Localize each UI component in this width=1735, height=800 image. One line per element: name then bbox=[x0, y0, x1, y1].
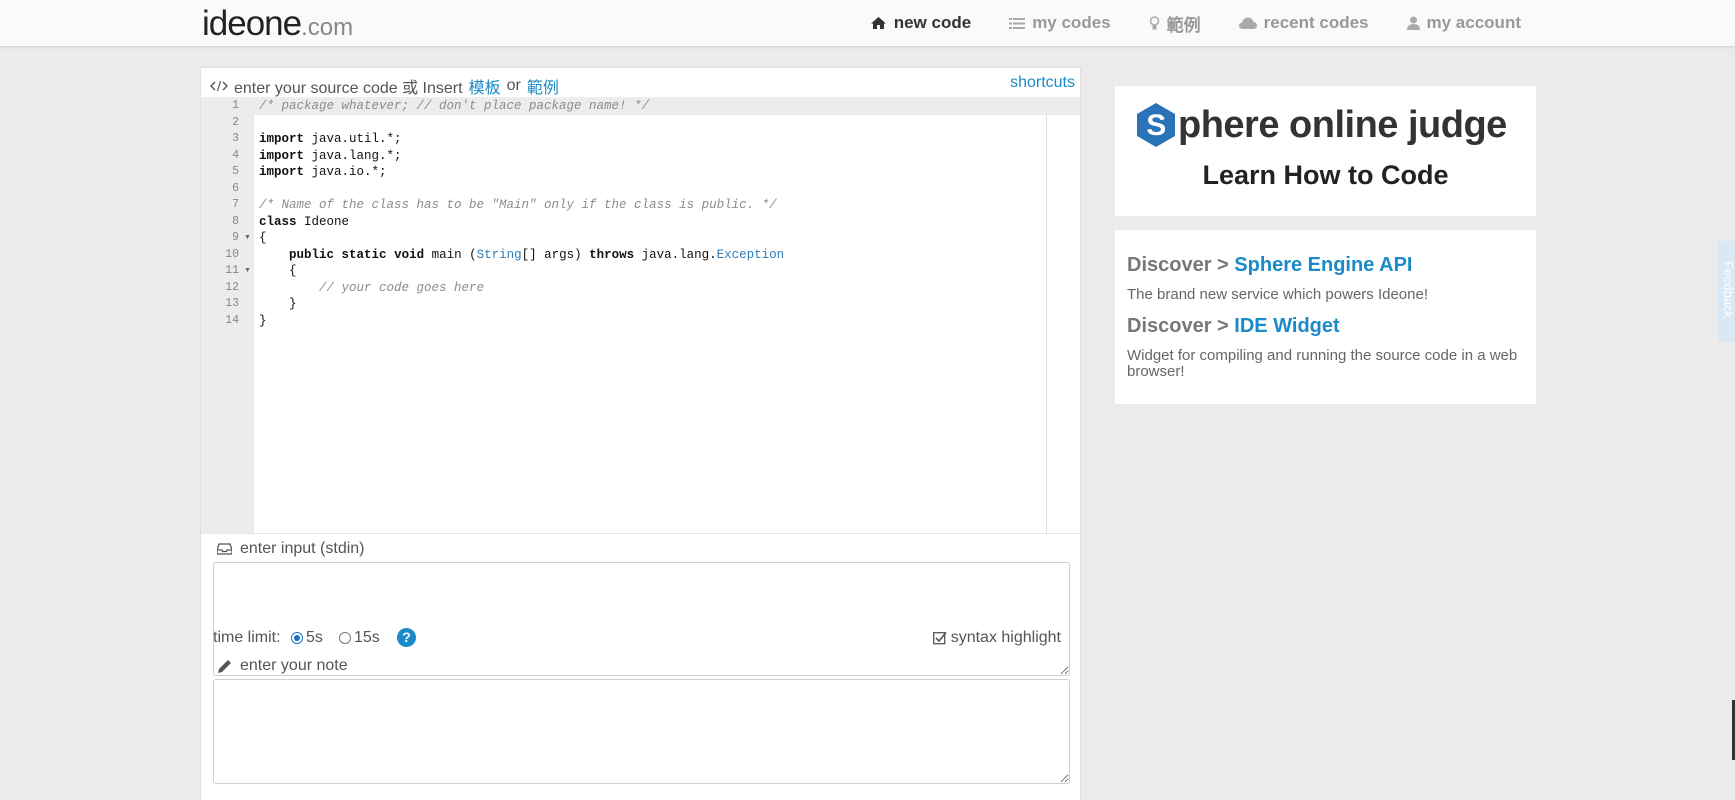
cloud-icon bbox=[1238, 17, 1257, 29]
editor-header: enter your source code 或 Insert 模板 or 範例… bbox=[201, 68, 1080, 98]
editor-card: enter your source code 或 Insert 模板 or 範例… bbox=[201, 68, 1080, 800]
nav-label: new code bbox=[893, 13, 972, 32]
note-label-text: enter your note bbox=[240, 657, 348, 674]
line-number: 13 bbox=[225, 297, 239, 310]
main-nav: new code my codes 範例 recent codes my acc… bbox=[870, 0, 1521, 46]
discover-description: Widget for compiling and running the sou… bbox=[1127, 347, 1518, 380]
line-number: 14 bbox=[225, 313, 239, 327]
sphere-brand: S phere online judge bbox=[1135, 102, 1507, 148]
line-number: 8 bbox=[232, 214, 239, 228]
nav-samples[interactable]: 範例 bbox=[1149, 11, 1201, 36]
logo-suffix: .com bbox=[301, 14, 354, 41]
syntax-highlight-label: syntax highlight bbox=[950, 629, 1061, 646]
code-line: import java.util.*; bbox=[259, 132, 402, 146]
line-number: 2 bbox=[232, 115, 239, 129]
ide-widget-link[interactable]: IDE Widget bbox=[1234, 315, 1339, 337]
code-line: { bbox=[259, 231, 267, 245]
code-line: /* package whatever; // don't place pack… bbox=[259, 99, 650, 113]
discover-heading: Discover > Sphere Engine API bbox=[1127, 254, 1412, 277]
sphere-engine-api-link[interactable]: Sphere Engine API bbox=[1234, 254, 1412, 276]
discover-panel: Discover > Sphere Engine API The brand n… bbox=[1115, 230, 1536, 404]
discover-description: The brand new service which powers Ideon… bbox=[1127, 286, 1428, 303]
lightbulb-icon bbox=[1149, 15, 1159, 29]
radio-label: 15s bbox=[354, 629, 380, 646]
line-number: 12 bbox=[225, 280, 239, 294]
insert-sample-link[interactable]: 範例 bbox=[527, 74, 559, 98]
nav-my-codes[interactable]: my codes bbox=[1009, 13, 1111, 33]
radio-circle[interactable] bbox=[291, 632, 303, 644]
run-options: time limit: 5s 15s ? syntax highlight bbox=[213, 627, 1061, 649]
line-number: 5 bbox=[232, 165, 239, 178]
radio-circle[interactable] bbox=[339, 632, 351, 644]
discover-prefix: Discover > bbox=[1127, 315, 1235, 337]
user-icon bbox=[1406, 16, 1420, 30]
print-margin bbox=[1046, 114, 1047, 533]
feedback-tab[interactable]: Feedback bbox=[1718, 241, 1735, 342]
line-number: 3 bbox=[232, 132, 239, 145]
radio-label: 5s bbox=[306, 629, 323, 646]
code-line: } bbox=[259, 297, 297, 311]
line-number: 1 bbox=[232, 99, 239, 112]
code-line: import java.lang.*; bbox=[259, 148, 402, 163]
line-number: 7 bbox=[232, 198, 239, 211]
nav-label: my codes bbox=[1032, 13, 1111, 32]
sphere-online-judge-banner[interactable]: S phere online judge Learn How to Code bbox=[1115, 86, 1536, 216]
note-textarea[interactable] bbox=[213, 679, 1070, 784]
code-content[interactable]: /* package whatever; // don't place pack… bbox=[258, 98, 1018, 533]
editor-prompt: enter your source code 或 Insert bbox=[234, 80, 463, 97]
code-line: { bbox=[259, 264, 297, 278]
line-gutter: 1 2 3 4 5 6 7 8 9 10 11 12 13 14 ▼ ▼ bbox=[201, 98, 254, 533]
ad-tagline: Learn How to Code bbox=[1202, 160, 1449, 190]
nav-label: recent codes bbox=[1263, 13, 1369, 32]
discover-heading: Discover > IDE Widget bbox=[1127, 315, 1340, 338]
line-number: 10 bbox=[225, 247, 239, 261]
line-number: 4 bbox=[232, 148, 239, 162]
nav-recent-codes[interactable]: recent codes bbox=[1238, 13, 1369, 33]
brand-name: phere online judge bbox=[1178, 103, 1507, 146]
time-limit-15s-radio[interactable]: 15s bbox=[339, 629, 380, 647]
checkbox-checked-icon[interactable] bbox=[932, 631, 947, 645]
home-icon bbox=[870, 17, 886, 29]
code-line: // your code goes here bbox=[259, 280, 485, 295]
code-editor[interactable]: 1 2 3 4 5 6 7 8 9 10 11 12 13 14 ▼ ▼ /* … bbox=[201, 97, 1080, 534]
code-line: class Ideone bbox=[259, 214, 350, 229]
syntax-highlight-checkbox[interactable]: syntax highlight bbox=[932, 629, 1061, 647]
fold-arrow-icon[interactable]: ▼ bbox=[244, 263, 251, 280]
code-line: /* Name of the class has to be "Main" on… bbox=[259, 198, 777, 212]
line-number: 9 bbox=[232, 231, 239, 244]
nav-label: 範例 bbox=[1166, 15, 1201, 35]
list-icon bbox=[1009, 17, 1026, 29]
feedback-label: Feedback bbox=[1721, 261, 1735, 319]
sphere-logo-icon: S bbox=[1137, 103, 1175, 147]
or-text: or bbox=[506, 77, 521, 94]
line-number: 6 bbox=[232, 181, 239, 195]
inbox-icon bbox=[217, 543, 232, 555]
note-label: enter your note bbox=[217, 657, 348, 675]
stdin-label: enter input (stdin) bbox=[217, 540, 365, 558]
code-line: import java.io.*; bbox=[259, 165, 387, 179]
code-line: public static void main (String[] args) … bbox=[289, 247, 785, 262]
help-icon[interactable]: ? bbox=[397, 628, 416, 647]
code-line: } bbox=[259, 313, 267, 328]
time-limit-5s-radio[interactable]: 5s bbox=[291, 629, 323, 647]
insert-template-link[interactable]: 模板 bbox=[469, 74, 501, 98]
top-navbar: ideone.com new code my codes 範例 recent c… bbox=[0, 0, 1735, 47]
time-limit-label: time limit: bbox=[213, 629, 281, 646]
discover-prefix: Discover > bbox=[1127, 254, 1235, 276]
logo-main: ideone bbox=[202, 4, 302, 43]
ideone-logo[interactable]: ideone.com bbox=[202, 4, 353, 44]
nav-label: my account bbox=[1426, 13, 1521, 32]
stdin-label-text: enter input (stdin) bbox=[240, 540, 365, 557]
brand-letter: S bbox=[1146, 109, 1166, 142]
shortcuts-link[interactable]: shortcuts bbox=[1010, 74, 1075, 92]
line-number: 11 bbox=[225, 264, 239, 277]
code-icon bbox=[210, 80, 228, 92]
pencil-icon bbox=[218, 659, 231, 673]
fold-arrow-icon[interactable]: ▼ bbox=[244, 230, 251, 247]
nav-my-account[interactable]: my account bbox=[1406, 13, 1521, 33]
nav-new-code[interactable]: new code bbox=[870, 13, 971, 33]
